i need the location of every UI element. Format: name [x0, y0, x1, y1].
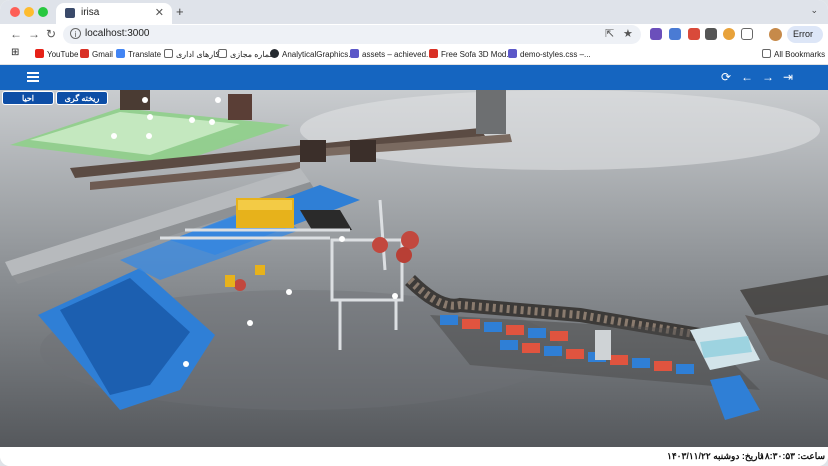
arrow-left-icon[interactable]: ←: [741, 70, 753, 84]
maximize-window-icon[interactable]: [38, 7, 48, 17]
bookmark-site-icon: [350, 49, 359, 58]
bookmark-label: assets – achieved...: [362, 50, 433, 59]
close-window-icon[interactable]: [10, 7, 20, 17]
status-time: ساعت: ۱۸:۳۰:۵۳: [760, 451, 825, 461]
logout-icon[interactable]: ⇥: [783, 70, 793, 84]
youtube-icon: [35, 49, 44, 58]
new-tab-icon[interactable]: +: [176, 4, 184, 19]
plant-scene: [0, 90, 828, 447]
bookmark-label: Gmail: [92, 50, 113, 59]
status-date: تاریخ: دوشنبه ۱۴۰۳/۱۱/۲۲: [667, 451, 763, 461]
bookmark-folder-virtual-number[interactable]: شماره مجازی: [218, 49, 276, 61]
browser-window: irisa ✕ + ⌄ ← → ↻ i localhost:3000 ⇱ ★ E…: [0, 0, 828, 466]
error-label: Error: [793, 29, 813, 39]
gmail-icon: [80, 49, 89, 58]
casting-button[interactable]: ریخته گری: [56, 91, 108, 105]
status-bar: ساعت: ۱۸:۳۰:۵۳ تاریخ: دوشنبه ۱۴۰۳/۱۱/۲۲: [0, 447, 828, 466]
minimize-window-icon[interactable]: [24, 7, 34, 17]
address-bar[interactable]: i localhost:3000 ⇱ ★: [63, 25, 641, 44]
address-url[interactable]: localhost:3000: [85, 28, 150, 39]
bookmark-free-sofa[interactable]: Free Sofa 3D Mod...: [429, 49, 513, 61]
3d-viewport[interactable]: ریخته گری احیا: [0, 90, 828, 447]
forward-icon[interactable]: →: [28, 27, 40, 41]
tab-title: irisa: [81, 7, 100, 18]
bookmark-analytical-graphics[interactable]: AnalyticalGraphics...: [270, 49, 355, 61]
folder-icon: [164, 49, 173, 58]
puzzle-extensions-icon[interactable]: [741, 28, 753, 40]
extension-icon[interactable]: [650, 28, 662, 40]
tab-favicon-icon: [65, 8, 75, 18]
bookmark-label: کارهای اداری: [176, 50, 220, 59]
bookmark-translate[interactable]: Translate: [116, 49, 161, 61]
bookmark-label: AnalyticalGraphics...: [282, 50, 355, 59]
back-icon[interactable]: ←: [10, 27, 22, 41]
bookmark-star-icon[interactable]: ★: [623, 27, 633, 40]
browser-toolbar: ← → ↻ i localhost:3000 ⇱ ★ Error: [0, 24, 828, 46]
folder-icon: [762, 49, 771, 58]
arrow-right-icon[interactable]: →: [762, 70, 774, 84]
bookmark-demo-styles[interactable]: demo-styles.css –...: [508, 49, 591, 61]
tab-strip: irisa ✕ + ⌄: [0, 0, 828, 24]
install-app-icon[interactable]: ⇱: [605, 27, 614, 40]
all-bookmarks-label: All Bookmarks: [774, 50, 826, 59]
bookmark-label: Free Sofa 3D Mod...: [441, 50, 514, 59]
translate-extension-icon[interactable]: [669, 28, 681, 40]
translate-icon: [116, 49, 125, 58]
extension-icon[interactable]: [723, 28, 735, 40]
extension-icon[interactable]: [705, 28, 717, 40]
bookmark-label: YouTube: [47, 50, 79, 59]
apps-grid-icon[interactable]: ⊞: [11, 47, 19, 59]
app-bar: ⟳ ← → ⇥: [0, 65, 828, 90]
tab-close-icon[interactable]: ✕: [155, 6, 164, 19]
bookmark-assets[interactable]: assets – achieved...: [350, 49, 433, 61]
folder-icon: [218, 49, 227, 58]
bookmark-gmail[interactable]: Gmail: [80, 49, 113, 61]
bookmark-label: Translate: [128, 50, 162, 59]
bookmark-youtube[interactable]: YouTube: [35, 49, 78, 61]
error-button[interactable]: Error: [787, 26, 823, 43]
bookmark-site-icon: [508, 49, 517, 58]
bookmark-site-icon: [429, 49, 438, 58]
tab-search-icon[interactable]: ⌄: [810, 5, 818, 16]
profile-avatar[interactable]: [769, 28, 782, 41]
extension-icon[interactable]: [688, 28, 700, 40]
github-icon: [270, 49, 279, 58]
bookmark-label: demo-styles.css –...: [520, 50, 591, 59]
menu-icon[interactable]: [27, 72, 39, 82]
bookmark-folder-office[interactable]: کارهای اداری: [164, 49, 219, 61]
site-info-icon[interactable]: i: [70, 28, 81, 39]
revive-button[interactable]: احیا: [2, 91, 54, 105]
browser-tab[interactable]: irisa ✕: [56, 3, 172, 24]
bookmarks-bar: ⊞ YouTube Gmail Translate کارهای اداری ش…: [0, 46, 828, 65]
refresh-icon[interactable]: ⟳: [721, 70, 731, 84]
all-bookmarks[interactable]: All Bookmarks: [762, 49, 825, 61]
reload-icon[interactable]: ↻: [46, 27, 56, 41]
